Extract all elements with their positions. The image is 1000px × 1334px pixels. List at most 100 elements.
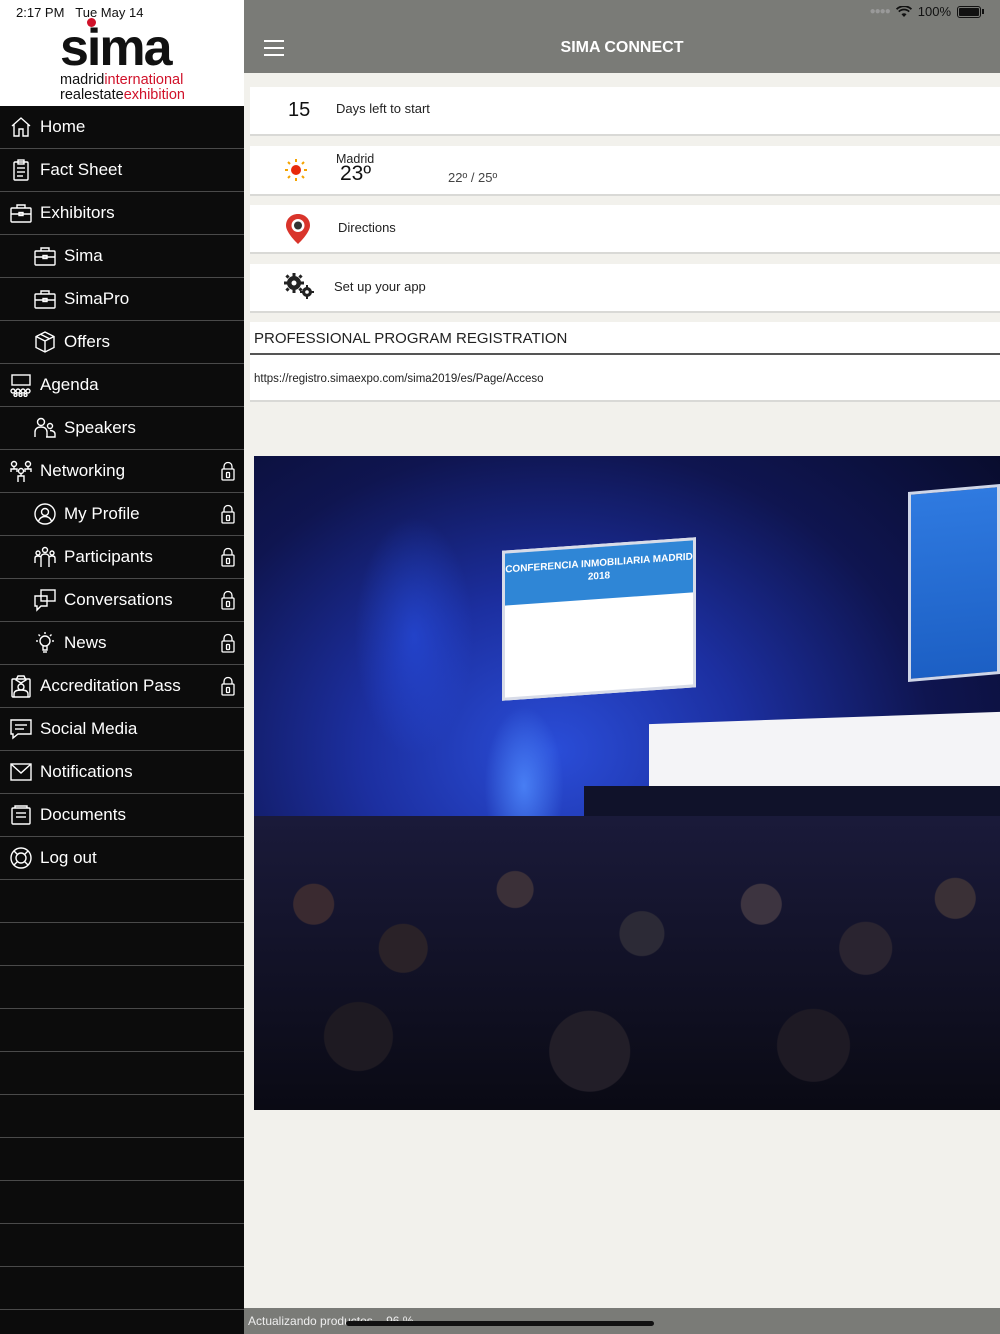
- logo-tagline-1: madridinternational: [60, 72, 184, 88]
- sidebar-item-accreditation-pass[interactable]: Accreditation Pass: [0, 665, 244, 708]
- sidebar-item-label: Participants: [64, 547, 153, 566]
- sidebar-empty-row: [0, 1138, 244, 1181]
- briefcase-icon: [8, 200, 34, 226]
- briefcase-icon: [32, 243, 58, 269]
- home-icon: [8, 114, 34, 140]
- sidebar-menu: Home Fact Sheet Exhibitors Sima SimaPro Offer…: [0, 106, 244, 1310]
- chat-icon: [32, 587, 58, 613]
- sidebar-item-news[interactable]: News: [0, 622, 244, 665]
- sidebar-item-conversations[interactable]: Conversations: [0, 579, 244, 622]
- divider: [250, 353, 1000, 355]
- setup-app-card[interactable]: Set up your app: [250, 264, 1000, 313]
- sidebar-item-label: Networking: [40, 461, 126, 480]
- sidebar-empty-row: [0, 880, 244, 923]
- sidebar-item-home[interactable]: Home: [0, 106, 244, 149]
- sidebar-item-speakers[interactable]: Speakers: [0, 407, 244, 450]
- logout-icon: [8, 845, 34, 871]
- battery-icon: [957, 5, 981, 18]
- sidebar-item-label: Fact Sheet: [40, 160, 123, 179]
- sidebar-item-social-media[interactable]: Social Media: [0, 708, 244, 751]
- box-icon: [32, 329, 58, 355]
- sidebar-item-my-profile[interactable]: My Profile: [0, 493, 244, 536]
- sidebar-item-fact-sheet[interactable]: Fact Sheet: [0, 149, 244, 192]
- registration-card: PROFESSIONAL PROGRAM REGISTRATION https:…: [250, 322, 1000, 402]
- event-photo: CONFERENCIA INMOBILIARIA MADRID 2018: [254, 456, 1000, 1110]
- sidebar-item-label: SimaPro: [64, 289, 130, 308]
- sidebar-item-label: Sima: [64, 246, 103, 265]
- status-time: 2:17 PM Tue May 14: [16, 5, 144, 20]
- page-title: SIMA CONNECT: [560, 39, 684, 56]
- audience: [254, 816, 1000, 1110]
- directions-card[interactable]: Directions: [250, 205, 1000, 254]
- sidebar-empty-row: [0, 966, 244, 1009]
- sidebar-item-sima[interactable]: Sima: [0, 235, 244, 278]
- days-left-number: 15: [288, 99, 311, 121]
- status-indicators: ●●●● 100%: [870, 4, 984, 19]
- sidebar-empty-row: [0, 1267, 244, 1310]
- sidebar-item-offers[interactable]: Offers: [0, 321, 244, 364]
- sidebar-item-label: Accreditation Pass: [40, 676, 181, 695]
- sidebar-item-label: Social Media: [40, 719, 138, 738]
- sidebar-item-label: Speakers: [64, 418, 136, 437]
- lock-icon: [220, 547, 236, 567]
- projection-screen-right: [908, 483, 1000, 683]
- group-icon: [32, 544, 58, 570]
- sidebar-item-documents[interactable]: Documents: [0, 794, 244, 837]
- sidebar-item-exhibitors[interactable]: Exhibitors: [0, 192, 244, 235]
- map-pin-icon: [286, 214, 310, 244]
- sidebar-item-networking[interactable]: Networking: [0, 450, 244, 493]
- days-left-label: Days left to start: [336, 101, 430, 116]
- sidebar-item-label: Agenda: [40, 375, 99, 394]
- badge-icon: [8, 673, 34, 699]
- sidebar-item-simapro[interactable]: SimaPro: [0, 278, 244, 321]
- sidebar-item-label: Exhibitors: [40, 203, 115, 222]
- lock-icon: [220, 676, 236, 696]
- speakers-icon: [32, 415, 58, 441]
- weather-card: Madrid 23º 22º / 25º: [250, 146, 1000, 196]
- weather-temperature: 23º: [340, 162, 372, 185]
- speech-icon: [8, 716, 34, 742]
- battery-percent: 100%: [917, 4, 951, 19]
- audience-icon: [8, 372, 34, 398]
- lock-icon: [220, 633, 236, 653]
- lock-icon: [220, 504, 236, 524]
- sidebar-empty-row: [0, 1224, 244, 1267]
- sidebar-item-label: Offers: [64, 332, 110, 351]
- sidebar-item-label: Home: [40, 117, 86, 136]
- profile-icon: [32, 501, 58, 527]
- sidebar-item-participants[interactable]: Participants: [0, 536, 244, 579]
- directions-label: Directions: [338, 220, 396, 235]
- sidebar-empty-row: [0, 1181, 244, 1224]
- lock-icon: [220, 461, 236, 481]
- weather-range: 22º / 25º: [448, 170, 498, 185]
- sidebar-empty-row: [0, 923, 244, 966]
- logo-word: sima: [60, 19, 173, 77]
- sidebar-empty-row: [0, 1095, 244, 1138]
- lock-icon: [220, 590, 236, 610]
- registration-link[interactable]: https://registro.simaexpo.com/sima2019/e…: [254, 373, 544, 385]
- sidebar-item-label: My Profile: [64, 504, 140, 523]
- briefcase-icon: [32, 286, 58, 312]
- envelope-icon: [8, 759, 34, 785]
- sidebar-item-label: Documents: [40, 805, 126, 824]
- home-indicator[interactable]: [346, 1321, 654, 1326]
- document-icon: [8, 802, 34, 828]
- sidebar-item-log-out[interactable]: Log out: [0, 837, 244, 880]
- sidebar-item-agenda[interactable]: Agenda: [0, 364, 244, 407]
- gears-icon: [284, 273, 314, 299]
- sidebar-empty-row: [0, 1052, 244, 1095]
- projection-screen: CONFERENCIA INMOBILIARIA MADRID 2018: [502, 537, 696, 701]
- sidebar-item-label: News: [64, 633, 107, 652]
- sidebar-item-label: Conversations: [64, 590, 173, 609]
- sun-icon: [285, 159, 307, 181]
- sidebar-item-notifications[interactable]: Notifications: [0, 751, 244, 794]
- registration-title: PROFESSIONAL PROGRAM REGISTRATION: [254, 330, 568, 347]
- sidebar: sima madridinternational realestateexhib…: [0, 0, 244, 1334]
- lightbulb-icon: [32, 630, 58, 656]
- sidebar-empty-row: [0, 1009, 244, 1052]
- sidebar-item-label: Log out: [40, 848, 97, 867]
- clipboard-icon: [8, 157, 34, 183]
- logo-tagline-2: realestateexhibition: [60, 87, 185, 103]
- countdown-card: 15 Days left to start: [250, 87, 1000, 136]
- setup-app-label: Set up your app: [334, 279, 426, 294]
